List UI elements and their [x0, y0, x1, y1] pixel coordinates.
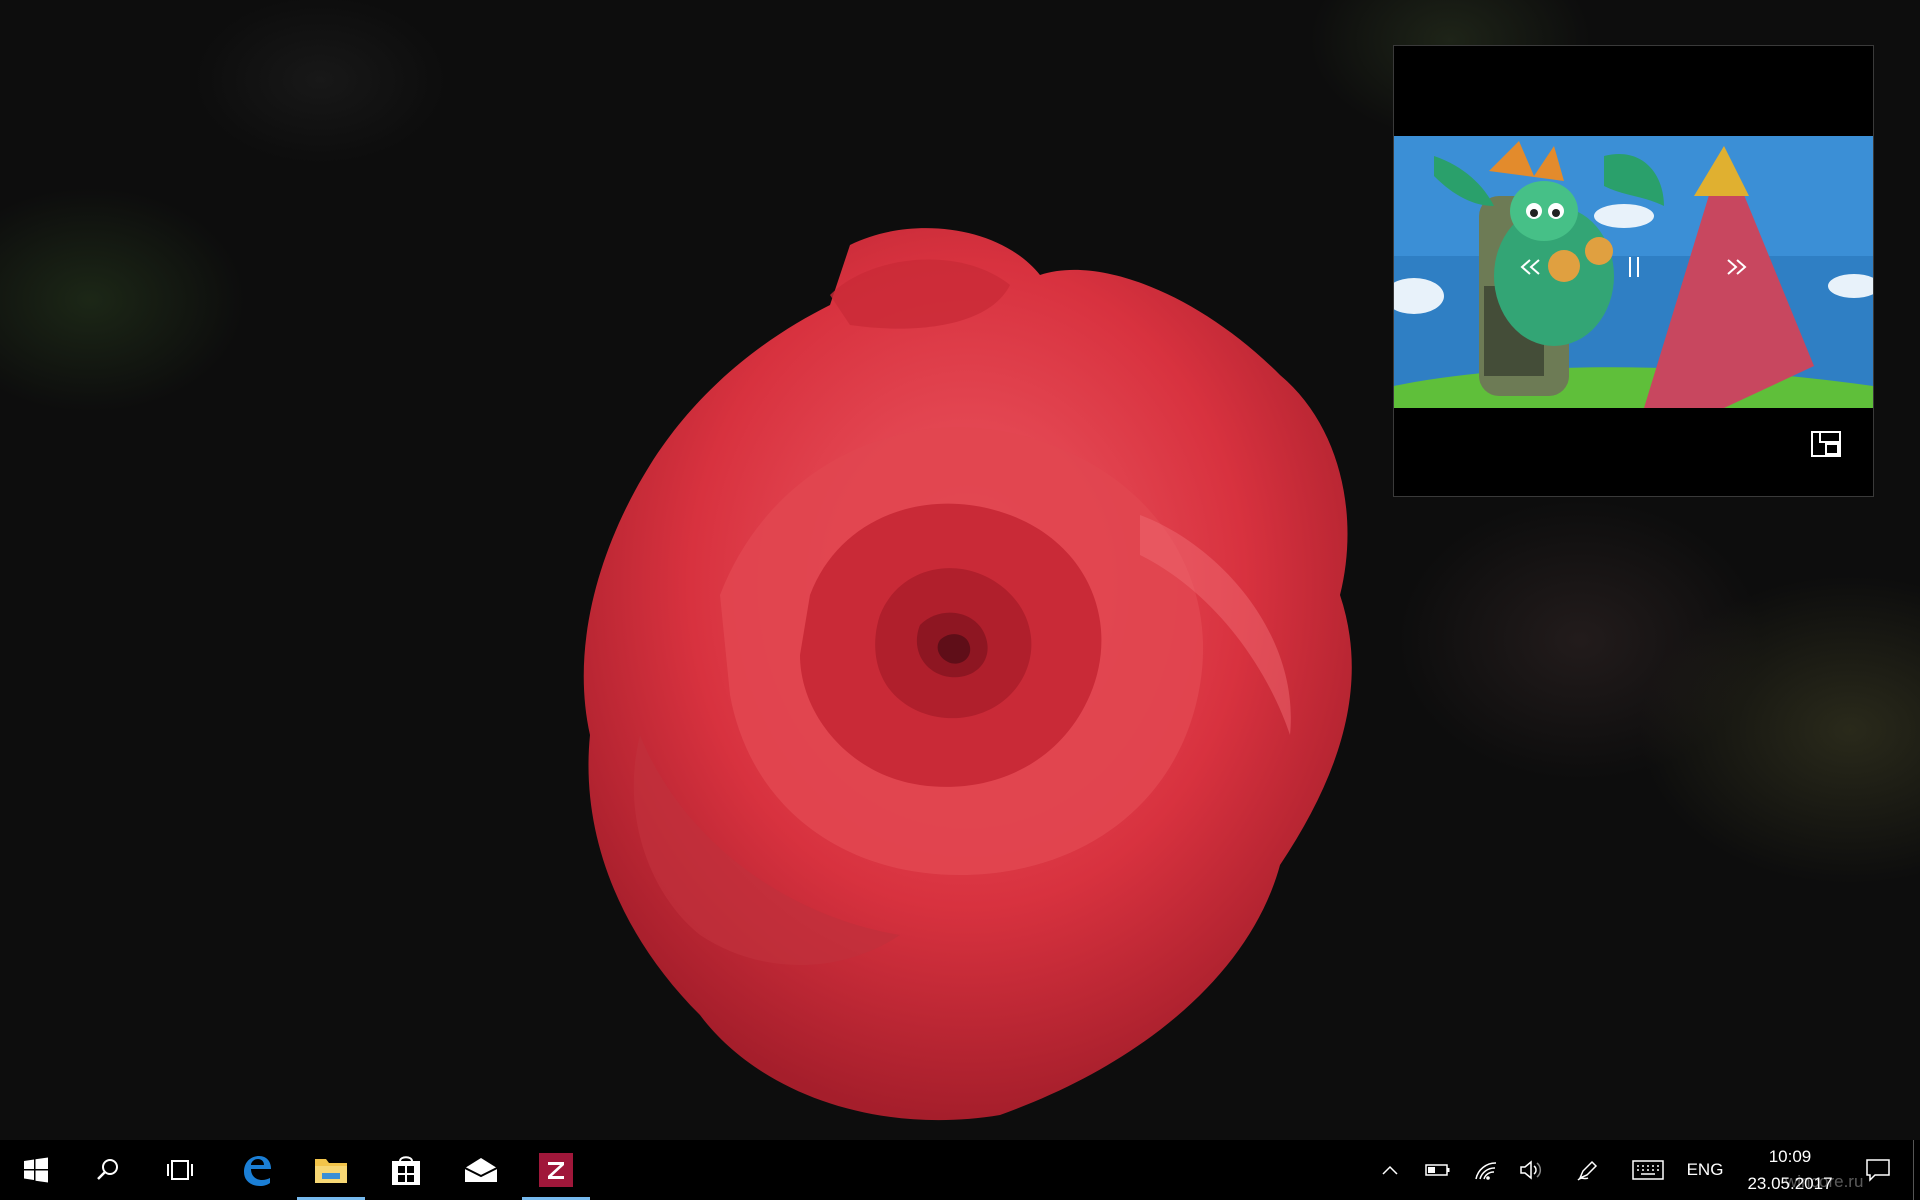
taskbar-app-file-explorer[interactable] — [295, 1140, 367, 1200]
search-icon — [97, 1159, 118, 1180]
rewind-icon — [1520, 259, 1540, 275]
wifi-icon — [1475, 1162, 1497, 1180]
start-button[interactable] — [0, 1140, 72, 1200]
compact-overlay-button[interactable] — [1806, 426, 1846, 462]
fast-forward-button[interactable] — [1716, 251, 1756, 283]
pause-icon — [1629, 257, 1639, 277]
task-view-button[interactable] — [144, 1140, 216, 1200]
rose-wallpaper-image — [583, 228, 1352, 1121]
playback-controls — [1394, 136, 1873, 408]
pen-icon — [1577, 1160, 1598, 1181]
z-app-icon — [539, 1153, 573, 1187]
taskbar-app-video[interactable] — [520, 1140, 592, 1200]
taskbar: ENG 10:09 23.05.2017 — [0, 1140, 1920, 1200]
store-icon — [392, 1156, 420, 1185]
compact-overlay-icon — [1811, 431, 1841, 457]
chevron-up-icon — [1382, 1165, 1398, 1175]
touch-keyboard-button[interactable] — [1626, 1140, 1670, 1200]
taskbar-app-mail[interactable] — [445, 1140, 517, 1200]
picture-in-picture-player[interactable] — [1393, 45, 1874, 497]
language-label: ENG — [1686, 1160, 1724, 1179]
windows-logo-icon — [24, 1157, 48, 1183]
watermark-text: wincore.ru — [1785, 1172, 1864, 1191]
rewind-button[interactable] — [1511, 251, 1551, 283]
taskbar-app-edge[interactable] — [220, 1140, 292, 1200]
pen-workspace-button[interactable] — [1568, 1140, 1608, 1200]
battery-icon — [1425, 1164, 1450, 1176]
battery-button[interactable] — [1418, 1140, 1458, 1200]
notification-icon — [1866, 1159, 1890, 1182]
search-button[interactable] — [72, 1140, 144, 1200]
speaker-icon — [1520, 1160, 1542, 1180]
network-button[interactable] — [1466, 1140, 1506, 1200]
folder-icon — [315, 1159, 347, 1183]
input-language-indicator[interactable]: ENG — [1680, 1140, 1730, 1200]
show-desktop-button[interactable] — [1913, 1140, 1920, 1200]
edge-icon — [244, 1156, 271, 1186]
task-view-icon — [167, 1160, 193, 1180]
clock-time: 10:09 — [1768, 1147, 1812, 1166]
show-hidden-icons-button[interactable] — [1370, 1140, 1410, 1200]
mail-icon — [464, 1158, 498, 1182]
pause-button[interactable] — [1614, 251, 1654, 283]
keyboard-icon — [1632, 1160, 1664, 1180]
volume-button[interactable] — [1512, 1140, 1552, 1200]
fast-forward-icon — [1727, 259, 1747, 275]
taskbar-app-store[interactable] — [370, 1140, 442, 1200]
